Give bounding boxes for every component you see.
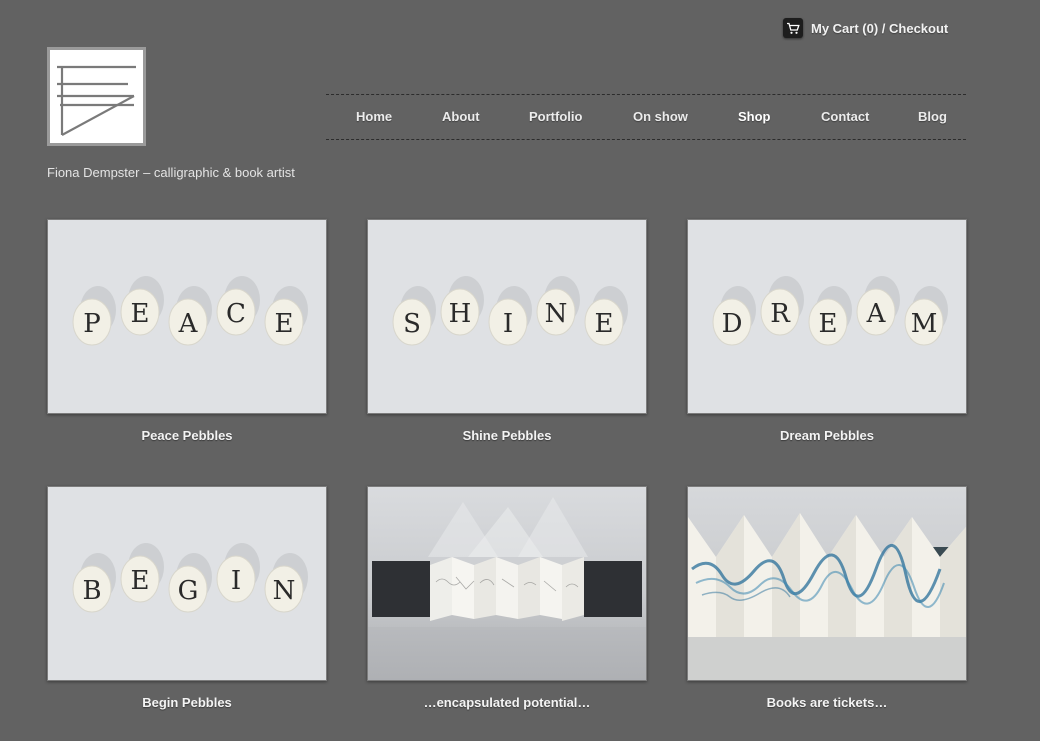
product-title[interactable]: Dream Pebbles <box>687 428 967 443</box>
site-logo[interactable] <box>47 47 146 146</box>
pebble-letter: E <box>819 309 838 339</box>
pebble-letter: D <box>722 309 743 339</box>
pebble-letter: E <box>595 309 614 339</box>
product-title[interactable]: …encapsulated potential… <box>367 695 647 710</box>
product-card: PEACE Peace Pebbles <box>47 219 327 443</box>
pebble-letter: I <box>503 309 513 339</box>
product-card: DREAM Dream Pebbles <box>687 219 967 443</box>
pebble-letter: E <box>131 566 150 596</box>
product-image-encapsulated-potential[interactable] <box>367 486 647 681</box>
pebble-letter: I <box>231 566 241 596</box>
cart-checkout-link[interactable]: My Cart (0) / Checkout <box>783 18 948 38</box>
product-image-dream-pebbles[interactable]: DREAM <box>687 219 967 414</box>
nav-home[interactable]: Home <box>356 109 392 124</box>
site-tagline: Fiona Dempster – calligraphic & book art… <box>47 165 295 180</box>
nav-contact[interactable]: Contact <box>821 109 869 124</box>
pebble-letter: E <box>275 309 294 339</box>
pebble-letter: B <box>82 576 101 606</box>
nav-blog[interactable]: Blog <box>918 109 947 124</box>
nav-on-show[interactable]: On show <box>633 109 688 124</box>
pebble-letter: G <box>178 576 199 606</box>
product-title[interactable]: Shine Pebbles <box>367 428 647 443</box>
product-image-shine-pebbles[interactable]: SH I NE <box>367 219 647 414</box>
product-title[interactable]: Begin Pebbles <box>47 695 327 710</box>
pebble-letter: N <box>545 299 568 329</box>
product-card: Books are tickets… <box>687 486 967 710</box>
pebble-letter: N <box>273 576 296 606</box>
nav-shop[interactable]: Shop <box>738 109 771 124</box>
product-image-begin-pebbles[interactable]: BEG I N <box>47 486 327 681</box>
nav-about[interactable]: About <box>442 109 480 124</box>
pebble-letter: C <box>226 299 246 329</box>
pebble-letter: S <box>403 309 421 339</box>
product-card: BEG I N Begin Pebbles <box>47 486 327 710</box>
shopping-cart-icon <box>783 18 803 38</box>
pebble-letter: P <box>83 309 101 339</box>
product-title[interactable]: Books are tickets… <box>687 695 967 710</box>
pebble-letter: E <box>131 299 150 329</box>
product-image-peace-pebbles[interactable]: PEACE <box>47 219 327 414</box>
pebble-letter: M <box>911 309 938 339</box>
cart-label: My Cart (0) / Checkout <box>811 20 949 36</box>
nav-portfolio[interactable]: Portfolio <box>529 109 582 124</box>
pebble-letter: R <box>770 299 791 329</box>
product-title[interactable]: Peace Pebbles <box>47 428 327 443</box>
pebble-letter: H <box>449 299 472 329</box>
pebble-letter: A <box>866 299 887 329</box>
product-image-books-are-tickets[interactable] <box>687 486 967 681</box>
product-card: …encapsulated potential… <box>367 486 647 710</box>
product-card: SH I NE Shine Pebbles <box>367 219 647 443</box>
main-navigation: Home About Portfolio On show Shop Contac… <box>326 94 966 140</box>
pebble-letter: A <box>178 309 199 339</box>
